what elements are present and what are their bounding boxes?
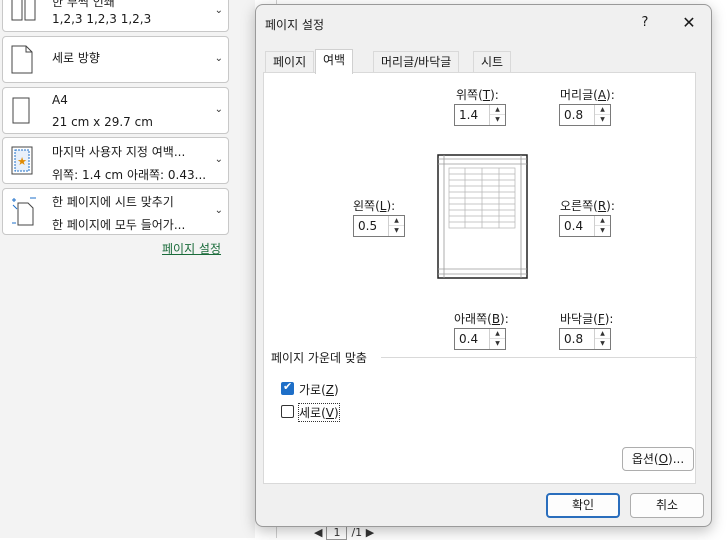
options-button[interactable]: 옵션(O)... bbox=[622, 447, 694, 471]
collate-detail: 1,2,3 1,2,3 1,2,3 bbox=[52, 12, 152, 26]
orientation-label: 세로 방향 bbox=[52, 51, 100, 65]
margins-title: 마지막 사용자 지정 여백... bbox=[52, 145, 186, 159]
header-margin-value[interactable]: 0.8 bbox=[564, 108, 583, 122]
close-button[interactable]: ✕ bbox=[674, 11, 704, 35]
dialog-title: 페이지 설정 bbox=[265, 18, 325, 32]
spin-up-icon[interactable]: ▲ bbox=[595, 329, 610, 339]
paper-size-name: A4 bbox=[52, 93, 68, 107]
right-margin-label: 오른쪽(R): bbox=[560, 199, 615, 213]
previous-page-icon[interactable]: ◀ bbox=[314, 526, 322, 539]
margins-setting[interactable]: ★ 마지막 사용자 지정 여백... 위쪽: 1.4 cm 아래쪽: 0.43.… bbox=[2, 137, 229, 184]
checkmark-icon: ✔ bbox=[283, 380, 293, 393]
tab-margins[interactable]: 여백 bbox=[315, 49, 354, 74]
chevron-down-icon: ⌄ bbox=[214, 205, 223, 216]
dialog-titlebar[interactable]: 페이지 설정 ? ✕ bbox=[256, 5, 711, 41]
chevron-down-icon: ⌄ bbox=[214, 104, 223, 115]
header-margin-spinner[interactable]: 0.8 ▲ ▼ bbox=[559, 104, 611, 126]
collate-icon bbox=[10, 0, 38, 26]
margins-tab-panel: 위쪽(T): 1.4 ▲ ▼ 머리글(A): 0.8 ▲ ▼ 왼쪽(L): 0.5 … bbox=[263, 72, 697, 484]
center-horizontally-label[interactable]: 가로(Z) bbox=[299, 381, 339, 398]
orientation-setting[interactable]: 세로 방향 ⌄ bbox=[2, 36, 229, 83]
right-margin-spinner[interactable]: 0.4 ▲ ▼ bbox=[559, 215, 611, 237]
left-margin-label: 왼쪽(L): bbox=[353, 199, 396, 213]
right-margin-value[interactable]: 0.4 bbox=[564, 219, 583, 233]
fit-sheet-icon bbox=[10, 197, 38, 230]
center-on-page-heading: 페이지 가운데 맞춤 bbox=[271, 351, 367, 365]
tab-page[interactable]: 페이지 bbox=[265, 51, 315, 73]
bottom-margin-label: 아래쪽(B): bbox=[454, 312, 509, 326]
spin-up-icon[interactable]: ▲ bbox=[490, 105, 505, 115]
center-horizontally-checkbox[interactable]: ✔ bbox=[281, 380, 294, 395]
spin-up-icon[interactable]: ▲ bbox=[595, 216, 610, 226]
spin-up-icon[interactable]: ▲ bbox=[595, 105, 610, 115]
left-margin-spinner[interactable]: 0.5 ▲ ▼ bbox=[353, 215, 405, 237]
spin-down-icon[interactable]: ▼ bbox=[490, 339, 505, 349]
cancel-button[interactable]: 취소 bbox=[630, 493, 704, 518]
scaling-detail: 한 페이지에 모두 들어가... bbox=[52, 218, 186, 232]
section-divider bbox=[381, 357, 697, 358]
top-margin-label: 위쪽(T): bbox=[456, 88, 499, 102]
ok-button[interactable]: 확인 bbox=[546, 493, 620, 518]
footer-margin-spinner[interactable]: 0.8 ▲ ▼ bbox=[559, 328, 611, 350]
close-icon: ✕ bbox=[682, 13, 696, 32]
paper-size-setting[interactable]: A4 21 cm x 29.7 cm ⌄ bbox=[2, 87, 229, 134]
tab-sheet[interactable]: 시트 bbox=[473, 51, 512, 73]
scaling-setting[interactable]: 한 페이지에 시트 맞추기 한 페이지에 모두 들어가... ⌄ bbox=[2, 188, 229, 235]
bottom-margin-value[interactable]: 0.4 bbox=[459, 332, 478, 346]
print-settings-panel: 한 부씩 인쇄 1,2,3 1,2,3 1,2,3 ⌄ 세로 방향 ⌄ A4 2… bbox=[0, 0, 255, 538]
portrait-orientation-icon bbox=[10, 45, 34, 78]
custom-margins-icon: ★ bbox=[10, 146, 36, 179]
paper-size-dimensions: 21 cm x 29.7 cm bbox=[52, 115, 153, 129]
total-pages: /1 bbox=[351, 526, 363, 539]
top-margin-value[interactable]: 1.4 bbox=[459, 108, 478, 122]
collate-title: 한 부씩 인쇄 bbox=[52, 0, 115, 9]
page-setup-dialog: 페이지 설정 ? ✕ 페이지 여백 머리글/바닥글 시트 위쪽(T): 1.4 … bbox=[255, 4, 712, 527]
chevron-down-icon: ⌄ bbox=[214, 5, 223, 16]
footer-margin-value[interactable]: 0.8 bbox=[564, 332, 583, 346]
footer-margin-label: 바닥글(F): bbox=[560, 312, 614, 326]
margin-preview bbox=[437, 154, 529, 283]
top-margin-spinner[interactable]: 1.4 ▲ ▼ bbox=[454, 104, 506, 126]
tab-header-footer[interactable]: 머리글/바닥글 bbox=[373, 51, 460, 73]
next-page-icon[interactable]: ▶ bbox=[366, 526, 374, 539]
margins-detail: 위쪽: 1.4 cm 아래쪽: 0.43... bbox=[52, 168, 207, 182]
header-margin-label: 머리글(A): bbox=[560, 88, 615, 102]
left-margin-value[interactable]: 0.5 bbox=[358, 219, 377, 233]
center-vertically-checkbox[interactable] bbox=[281, 405, 294, 418]
spin-up-icon[interactable]: ▲ bbox=[389, 216, 404, 226]
page-setup-link[interactable]: 페이지 설정 bbox=[162, 240, 221, 257]
svg-text:★: ★ bbox=[17, 155, 27, 168]
spin-down-icon[interactable]: ▼ bbox=[595, 115, 610, 125]
spin-down-icon[interactable]: ▼ bbox=[595, 226, 610, 236]
chevron-down-icon: ⌄ bbox=[214, 154, 223, 165]
collate-setting[interactable]: 한 부씩 인쇄 1,2,3 1,2,3 1,2,3 ⌄ bbox=[2, 0, 229, 32]
chevron-down-icon: ⌄ bbox=[214, 53, 223, 64]
paper-size-icon bbox=[10, 97, 34, 128]
spin-down-icon[interactable]: ▼ bbox=[595, 339, 610, 349]
spin-down-icon[interactable]: ▼ bbox=[389, 226, 404, 236]
bottom-margin-spinner[interactable]: 0.4 ▲ ▼ bbox=[454, 328, 506, 350]
center-vertically-label[interactable]: 세로(V) bbox=[298, 403, 340, 422]
spin-up-icon[interactable]: ▲ bbox=[490, 329, 505, 339]
scaling-title: 한 페이지에 시트 맞추기 bbox=[52, 195, 174, 209]
spin-down-icon[interactable]: ▼ bbox=[490, 115, 505, 125]
help-button[interactable]: ? bbox=[632, 11, 658, 35]
